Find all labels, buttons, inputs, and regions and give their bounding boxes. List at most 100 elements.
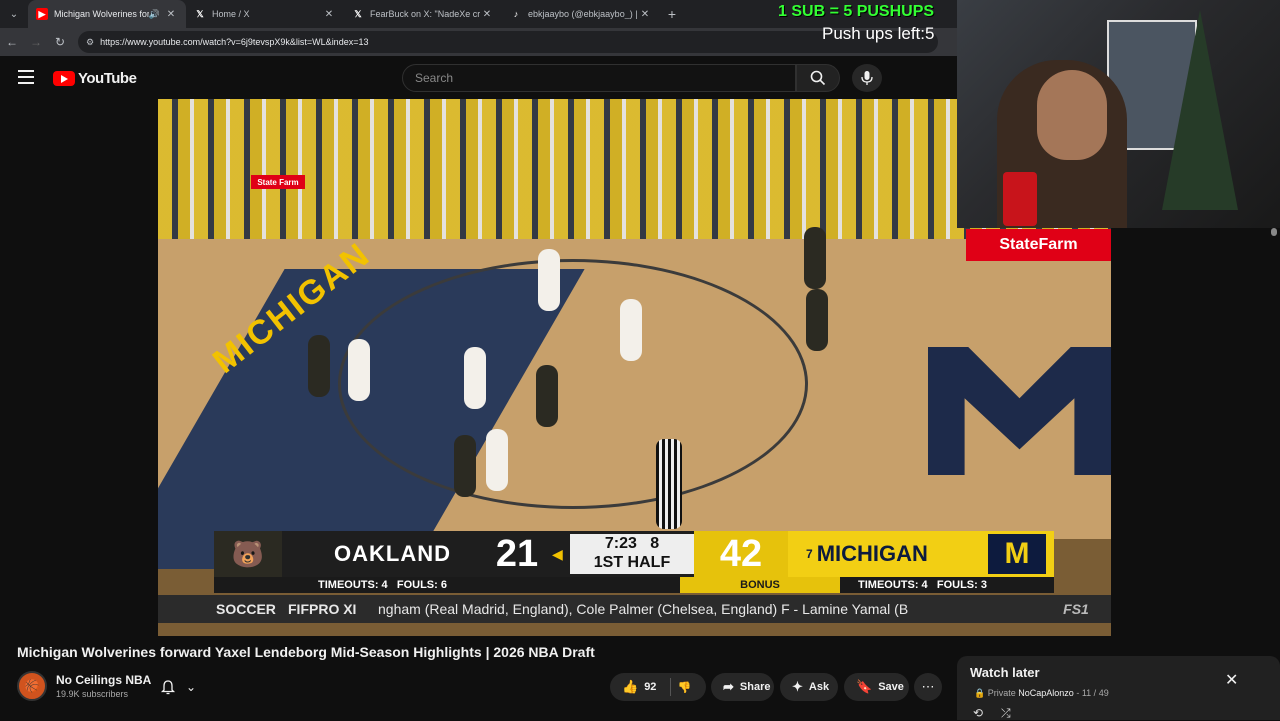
url-bar[interactable]: ⚙ https://www.youtube.com/watch?v=6j9tev…: [78, 31, 938, 53]
voice-search-button[interactable]: [852, 64, 882, 92]
streamer-face: [1037, 70, 1107, 160]
home-seed: 7: [806, 547, 813, 561]
video-title: Michigan Wolverines forward Yaxel Lendeb…: [17, 644, 595, 660]
youtube-logo-text: YouTube: [78, 70, 137, 87]
away-stats: TIMEOUTS: 4 FOULS: 6: [214, 579, 550, 591]
channel-avatar[interactable]: 🏀: [17, 671, 47, 701]
away-fouls: FOULS: 6: [396, 579, 447, 591]
tab-x-home[interactable]: 𝕏 Home / X ✕: [186, 0, 344, 28]
shuffle-icon[interactable]: ⤮: [1001, 706, 1011, 721]
oakland-logo: 🐻: [214, 531, 282, 577]
tiktok-icon: ♪: [513, 9, 519, 19]
ticker-sport: SOCCER: [216, 601, 276, 617]
bookmark-icon: 🔖: [856, 679, 873, 694]
playlist-title[interactable]: Watch later: [970, 665, 1040, 680]
lock-icon: 🔒: [974, 688, 986, 698]
save-label: Save: [878, 681, 904, 693]
speaker-icon[interactable]: 🔊: [149, 9, 160, 20]
ticker-text: ngham (Real Madrid, England), Cole Palme…: [378, 601, 909, 617]
close-icon[interactable]: ✕: [638, 9, 652, 20]
possession-arrow-icon: ◀: [552, 545, 563, 562]
save-button[interactable]: 🔖 Save: [844, 673, 909, 701]
scoreboard: 🐻 OAKLAND 21 ◀ 7:23 8 1ST HALF 42 7 MICH…: [214, 531, 1054, 593]
statefarm-sign: StateFarm: [966, 229, 1111, 261]
home-team-block: 7 MICHIGAN M: [788, 531, 1054, 577]
menu-icon[interactable]: [18, 70, 34, 84]
search-input[interactable]: Search: [402, 64, 796, 92]
news-ticker: SOCCER FIFPRO XI ngham (Real Madrid, Eng…: [158, 595, 1111, 623]
home-score: 42: [694, 531, 788, 577]
subscriber-count: 19.9K subscribers: [56, 689, 129, 699]
url-text: https://www.youtube.com/watch?v=6j9tevsp…: [100, 37, 369, 47]
search-icon: [810, 70, 826, 86]
notification-button[interactable]: ⌄: [160, 673, 216, 701]
search-button[interactable]: [796, 64, 840, 92]
tab-x-post[interactable]: 𝕏 FearBuck on X: "NadeXe crashe ✕: [344, 0, 502, 28]
away-score: 21: [495, 532, 539, 575]
playlist-owner[interactable]: NoCapAlonzo: [1018, 688, 1074, 698]
away-team: OAKLAND: [334, 541, 451, 566]
player: [804, 227, 826, 289]
new-tab-button[interactable]: +: [660, 6, 684, 22]
period: 1ST HALF: [593, 554, 671, 571]
tab-title: FearBuck on X: "NadeXe crashe: [370, 9, 480, 19]
red-cup: [1003, 172, 1037, 226]
like-dislike-group: 👍 92 👎: [610, 673, 706, 701]
away-timeouts: TIMEOUTS: 4: [318, 579, 388, 591]
playlist-position: 11 / 49: [1081, 688, 1109, 698]
youtube-logo[interactable]: YouTube: [53, 70, 137, 87]
close-icon[interactable]: ✕: [1225, 670, 1238, 690]
youtube-icon: ▶: [36, 8, 48, 20]
home-stats: TIMEOUTS: 4 FOULS: 3: [840, 579, 987, 591]
microphone-icon: [861, 71, 873, 85]
network-logo: FS1: [1063, 601, 1089, 617]
ask-label: Ask: [808, 681, 830, 693]
more-options-button[interactable]: ⋯: [914, 673, 942, 701]
reload-icon[interactable]: ↻: [48, 35, 72, 49]
forward-icon[interactable]: →: [24, 35, 48, 49]
player: [454, 435, 476, 497]
playlist-privacy: Private: [987, 688, 1016, 698]
michigan-logo: M: [988, 534, 1046, 574]
youtube-play-icon: [53, 71, 75, 86]
player: [538, 249, 560, 311]
ask-button[interactable]: ✦ Ask: [780, 673, 838, 701]
tab-title: Home / X: [212, 9, 250, 19]
like-count[interactable]: 92: [644, 681, 656, 693]
like-icon[interactable]: 👍: [622, 679, 638, 695]
ticker-category: FIFPRO XI: [288, 601, 357, 617]
tab-search-button[interactable]: ⌄: [0, 0, 28, 28]
close-icon[interactable]: ✕: [322, 9, 336, 20]
dislike-icon[interactable]: 👎: [677, 681, 691, 694]
three-point-arc: [338, 259, 808, 509]
tab-youtube[interactable]: ▶ Michigan Wolverines forwa 🔊 ✕: [28, 0, 186, 28]
player: [536, 365, 558, 427]
back-icon[interactable]: ←: [0, 35, 24, 49]
home-team: MICHIGAN: [816, 541, 928, 566]
share-label: Share: [739, 681, 771, 693]
shot-clock: 8: [650, 535, 660, 552]
close-icon[interactable]: ✕: [164, 9, 178, 20]
site-info-icon[interactable]: ⚙: [86, 37, 94, 48]
christmas-tree: [1162, 10, 1238, 210]
scrollbar[interactable]: [1271, 228, 1277, 236]
watch-later-panel: Watch later 🔒 Private NoCapAlonzo - 11 /…: [957, 656, 1280, 720]
tab-tiktok[interactable]: ♪ ebkjaaybo (@ebkjaaybo_) | Tik ✕: [502, 0, 660, 28]
player: [486, 429, 508, 491]
home-fouls: FOULS: 3: [936, 579, 987, 591]
share-button[interactable]: ➦ Share: [711, 673, 774, 701]
player: [348, 339, 370, 401]
player: [620, 299, 642, 361]
player: [806, 289, 828, 351]
sub-banner: 1 SUB = 5 PUSHUPS: [778, 3, 935, 20]
statefarm-sign-small: State Farm: [251, 175, 305, 189]
channel-name[interactable]: No Ceilings NBA: [56, 673, 151, 687]
scoreboard-main: 🐻 OAKLAND 21 ◀ 7:23 8 1ST HALF 42 7 MICH…: [214, 531, 1054, 577]
clock: 7:23: [604, 535, 637, 552]
close-icon[interactable]: ✕: [480, 9, 494, 20]
loop-icon[interactable]: ⟲: [973, 706, 983, 720]
player: [308, 335, 330, 397]
chevron-down-icon: ⌄: [186, 680, 197, 694]
webcam-overlay: [957, 0, 1280, 228]
bell-icon: [160, 680, 176, 695]
